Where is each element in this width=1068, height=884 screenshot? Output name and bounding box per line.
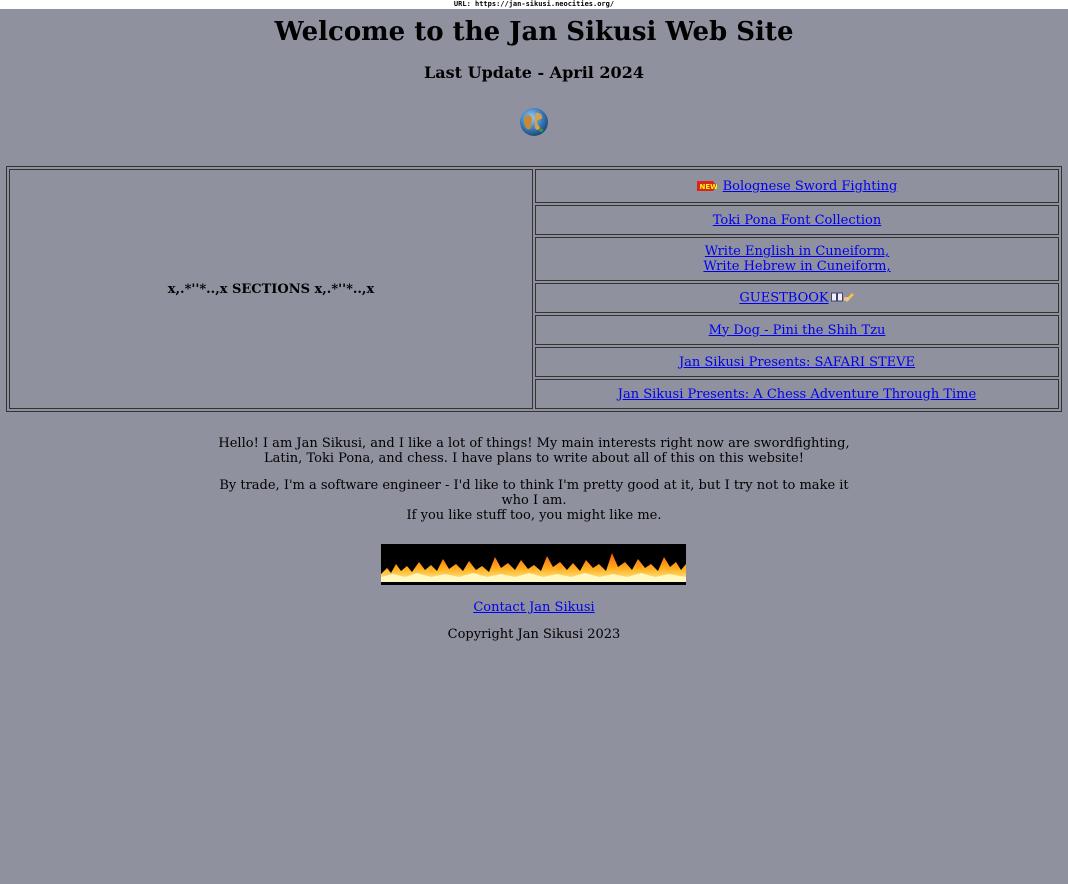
sections-heading: x,.*''*..,x SECTIONS x,.*''*..,x xyxy=(9,169,533,409)
sections-link-cell: My Dog - Pini the Shih Tzu xyxy=(535,315,1059,345)
intro-paragraph-2-line-2: If you like stuff too, you might like me… xyxy=(406,508,662,523)
link-guestbook[interactable]: GUESTBOOK xyxy=(739,291,828,306)
link-toki-pona-font-collection[interactable]: Toki Pona Font Collection xyxy=(713,213,881,228)
contact-section: Contact Jan Sikusi xyxy=(0,600,1068,615)
last-update-subtitle: Last Update - April 2024 xyxy=(424,63,644,82)
sections-table: x,.*''*..,x SECTIONS x,.*''*..,x NEW Bol… xyxy=(6,166,1062,412)
svg-text:NEW: NEW xyxy=(699,183,717,191)
sections-link-cell: GUESTBOOK xyxy=(535,283,1059,313)
new-badge-icon: NEW xyxy=(696,181,717,191)
link-chess-adventure[interactable]: Jan Sikusi Presents: A Chess Adventure T… xyxy=(618,387,976,402)
sections-link-cell: Write English in Cuneiform, Write Hebrew… xyxy=(535,237,1059,281)
sections-link-cell: Jan Sikusi Presents: A Chess Adventure T… xyxy=(535,379,1059,409)
book-icon xyxy=(830,292,843,302)
link-my-dog-pini[interactable]: My Dog - Pini the Shih Tzu xyxy=(709,323,886,338)
page-title: Welcome to the Jan Sikusi Web Site xyxy=(274,17,794,47)
contact-link[interactable]: Contact Jan Sikusi xyxy=(473,600,594,615)
intro-paragraph-2: By trade, I'm a software engineer - I'd … xyxy=(204,478,864,523)
copyright-text: Copyright Jan Sikusi 2023 xyxy=(447,627,621,642)
guestbook-icons xyxy=(830,290,855,306)
fire-banner-image xyxy=(381,544,686,585)
sections-link-cell: Jan Sikusi Presents: SAFARI STEVE xyxy=(535,347,1059,377)
sections-link-cell: NEW Bolognese Sword Fighting xyxy=(535,169,1059,203)
link-safari-steve[interactable]: Jan Sikusi Presents: SAFARI STEVE xyxy=(679,355,915,370)
intro-paragraph-2-line-1: By trade, I'm a software engineer - I'd … xyxy=(219,478,849,508)
sections-link-cell: Toki Pona Font Collection xyxy=(535,205,1059,235)
url-bar: URL: https://jan-sikusi.neocities.org/ xyxy=(0,0,1068,9)
intro-section: Hello! I am Jan Sikusi, and I like a lot… xyxy=(0,436,1068,535)
link-english-cuneiform[interactable]: Write English in Cuneiform, xyxy=(705,244,889,259)
link-bolognese-sword-fighting[interactable]: Bolognese Sword Fighting xyxy=(723,179,898,194)
link-hebrew-cuneiform[interactable]: Write Hebrew in Cuneiform, xyxy=(703,259,890,274)
writing-hand-icon xyxy=(843,293,854,302)
globe-icon xyxy=(520,108,548,136)
intro-paragraph-1: Hello! I am Jan Sikusi, and I like a lot… xyxy=(218,436,850,466)
globe-container xyxy=(0,107,1068,139)
